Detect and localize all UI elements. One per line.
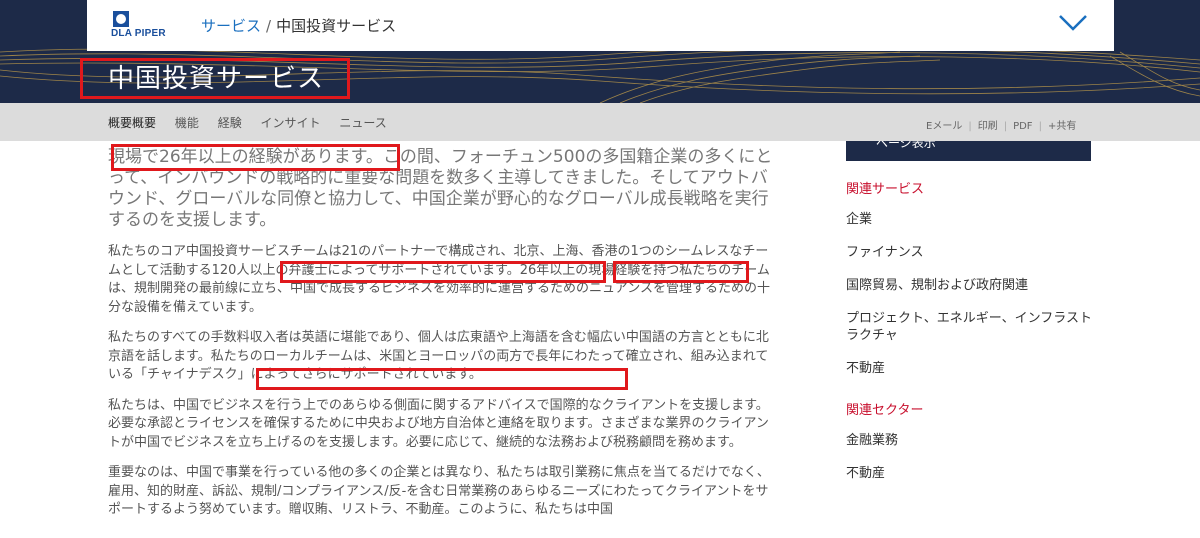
related-sector-real-estate[interactable]: 不動産 [846,457,1092,490]
share-actions: Eメール | 印刷 | PDF | +共有 [926,121,1077,132]
chevron-down-icon[interactable] [1058,12,1088,34]
related-services-heading: 関連サービス [846,182,925,197]
top-navigation-bar: DLA PIPER サービス / 中国投資サービス [87,0,1114,51]
tab-experience[interactable]: 経験 [218,116,242,130]
related-sectors-heading: 関連セクター [846,403,924,418]
sidebar: 関連サービス 企業 ファイナンス 国際貿易、規制および政府関連 プロジェクト、エ… [846,178,1092,490]
email-link[interactable]: Eメール [926,121,962,132]
related-service-finance[interactable]: ファイナンス [846,236,1092,269]
related-service-corporate[interactable]: 企業 [846,203,1092,236]
annotation-box-title [80,58,350,99]
share-link[interactable]: +共有 [1048,121,1076,132]
annotation-box-lead [111,144,400,171]
breadcrumb-current: 中国投資サービス [276,17,397,35]
sidebar-view-button[interactable]: ページ表示 [846,141,1091,161]
related-service-real-estate[interactable]: 不動産 [846,352,1092,385]
subnav-tabs: 概要概要 機能 経験 インサイト ニュース [108,114,402,131]
breadcrumb: サービス / 中国投資サービス [201,15,396,36]
tab-insights[interactable]: インサイト [261,116,321,130]
annotation-box-experience [613,261,749,283]
sub-navigation: 概要概要 機能 経験 インサイト ニュース Eメール | 印刷 | PDF | +共有 [0,103,1200,141]
annotation-box-lawyers [280,261,606,283]
paragraph-support: 私たちは、中国でビジネスを行う上でのあらゆる側面に関するアドバイスで国際的なクラ… [108,397,769,450]
annotation-box-china-desk [256,368,628,390]
logo-text: DLA PIPER [111,28,166,39]
dla-piper-logo[interactable]: DLA PIPER [109,7,167,44]
sidebar-view-button-label: ページ表示 [876,141,936,150]
tab-overview[interactable]: 概要概要 [108,116,156,130]
related-service-trade[interactable]: 国際貿易、規制および政府関連 [846,269,1092,302]
tab-news[interactable]: ニュース [339,116,386,130]
breadcrumb-services-link[interactable]: サービス [201,17,261,35]
breadcrumb-separator: / [266,17,272,35]
related-service-infrastructure[interactable]: プロジェクト、エネルギー、インフラストラクチャ [846,302,1092,352]
main-content: 現場で26年以上の経験があります。この間、フォーチュン500の多国籍企業の多くに… [108,141,776,520]
print-link[interactable]: 印刷 [978,121,998,132]
paragraph-importance: 重要なのは、中国で事業を行っている他の多くの企業とは異なり、私たちは取引業務に焦… [108,465,770,517]
tab-capabilities[interactable]: 機能 [175,116,199,130]
related-sector-financial[interactable]: 金融業務 [846,424,1092,457]
pdf-link[interactable]: PDF [1013,121,1032,132]
